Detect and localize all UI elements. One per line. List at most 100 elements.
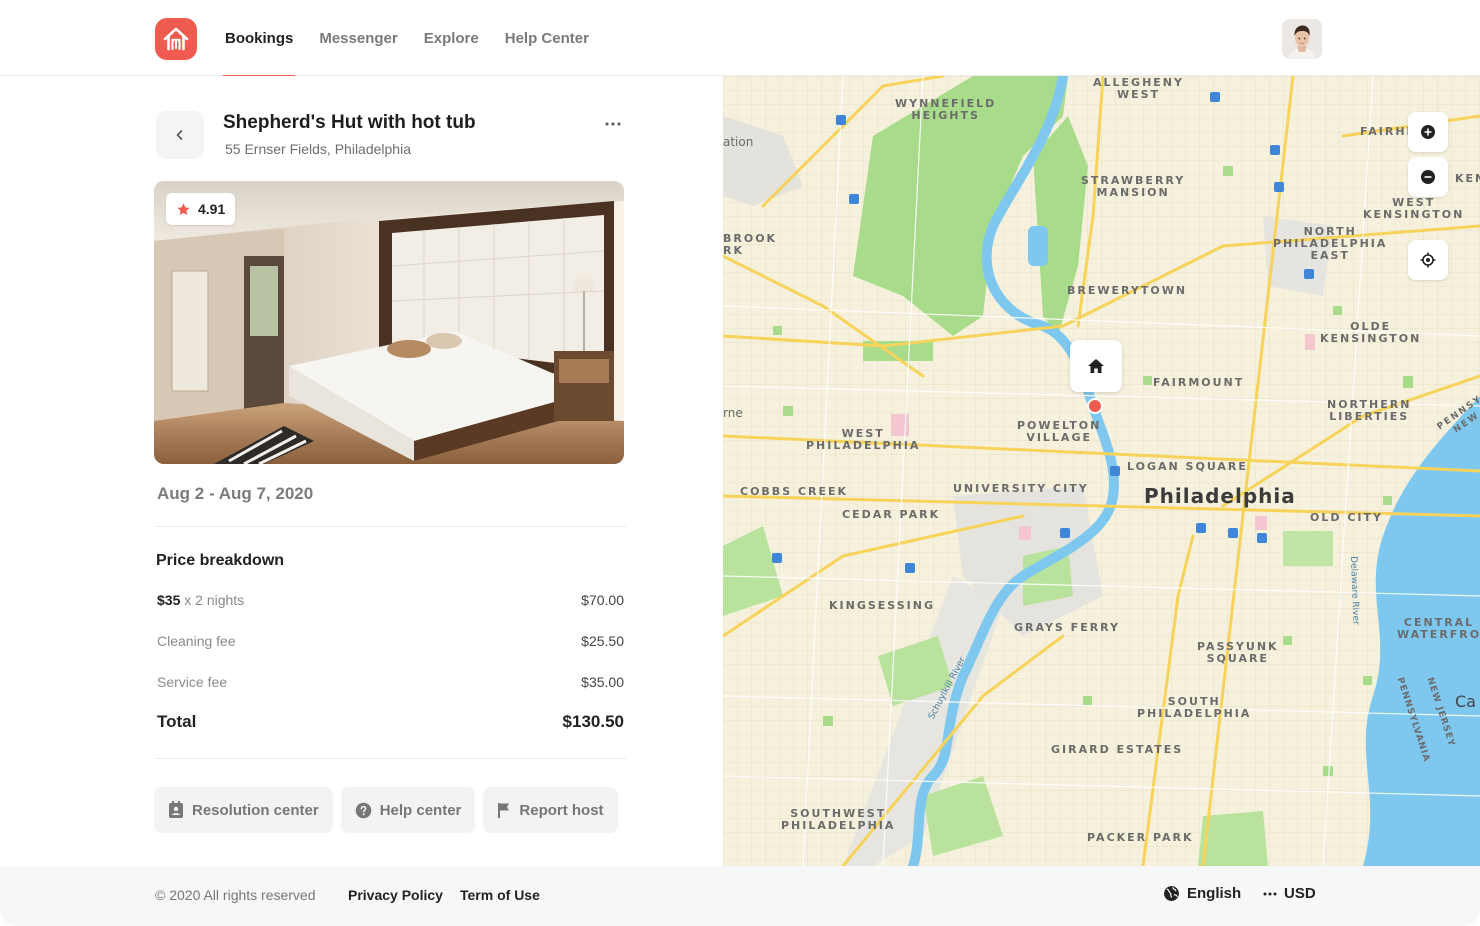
- map-label-central-waterfront: CENTRAL WATERFRO: [1397, 617, 1480, 641]
- map-label-allegheny-west: ALLEGHENY WEST: [1093, 77, 1184, 101]
- map-label-wynnefield: WYNNEFIELD HEIGHTS: [895, 98, 996, 122]
- zoom-out-button[interactable]: [1408, 157, 1448, 197]
- map-label-fairmount: FAIRMOUNT: [1153, 376, 1245, 389]
- rating-badge: 4.91: [166, 193, 236, 225]
- main-nav: Bookings Messenger Explore Help Center: [222, 0, 615, 77]
- currency-label: USD: [1284, 885, 1316, 902]
- page-footer: © 2020 All rights reserved Privacy Polic…: [0, 866, 1480, 926]
- map-label-brewerytown: BREWERYTOWN: [1067, 284, 1188, 297]
- report-host-button[interactable]: Report host: [483, 787, 618, 833]
- map-label-kensington-partial: KEN: [1455, 172, 1480, 185]
- booking-dates: Aug 2 - Aug 7, 2020: [157, 484, 314, 503]
- map-label-grays-ferry: GRAYS FERRY: [1014, 621, 1121, 634]
- currency-selector[interactable]: USD: [1263, 885, 1316, 902]
- divider: [156, 758, 626, 759]
- app-logo[interactable]: [155, 18, 197, 60]
- price-row-nights: $35 x 2 nights $70.00: [157, 592, 624, 608]
- terms-of-use-link[interactable]: Term of Use: [460, 887, 540, 903]
- cleaning-fee-value: $25.50: [581, 633, 624, 649]
- label-text: WEST PHILADELPHIA: [806, 427, 921, 452]
- map-label-old-city: OLD CITY: [1310, 511, 1383, 524]
- map-label-passyunk-square: PASSYUNK SQUARE: [1197, 641, 1279, 665]
- locate-me-button[interactable]: [1408, 240, 1448, 280]
- label-text: WYNNEFIELD HEIGHTS: [895, 97, 997, 122]
- listing-map-pin[interactable]: [1070, 340, 1122, 392]
- listing-address: 55 Ernser Fields, Philadelphia: [225, 141, 411, 157]
- nav-explore[interactable]: Explore: [424, 0, 479, 76]
- map-label-brook: BROOK RK: [723, 233, 777, 257]
- nights-total: $70.00: [581, 592, 624, 608]
- label-text: ALLEGHENY WEST: [1093, 76, 1184, 101]
- map-label-kingsessing: KINGSESSING: [829, 599, 935, 612]
- resolution-center-label: Resolution center: [192, 801, 319, 819]
- service-fee-value: $35.00: [581, 674, 624, 690]
- map-label-powelton-village: POWELTON VILLAGE: [1017, 420, 1101, 444]
- map-label-south-philadelphia: SOUTH PHILADELPHIA: [1137, 696, 1251, 720]
- map-label-delaware-river: Delaware River: [1348, 556, 1361, 625]
- map-label-cedar-park: CEDAR PARK: [842, 508, 941, 521]
- map-label-university-city: UNIVERSITY CITY: [953, 482, 1089, 495]
- label-text: SOUTHWEST PHILADELPHIA: [781, 807, 896, 832]
- back-button[interactable]: [156, 111, 204, 159]
- privacy-policy-link[interactable]: Privacy Policy: [348, 887, 443, 903]
- label-text: BROOK RK: [723, 232, 778, 257]
- total-label: Total: [157, 712, 197, 731]
- divider: [156, 526, 626, 527]
- resolution-center-button[interactable]: Resolution center: [154, 787, 333, 833]
- report-host-label: Report host: [519, 801, 604, 819]
- label-text: PASSYUNK SQUARE: [1197, 640, 1279, 665]
- nights-description: $35 x 2 nights: [157, 592, 244, 608]
- map-label-cobbs-creek: COBBS CREEK: [740, 485, 849, 498]
- price-row-service: Service fee $35.00: [157, 674, 624, 690]
- price-row-total: Total $130.50: [157, 712, 624, 732]
- more-options-button[interactable]: [600, 114, 626, 134]
- map-city-philadelphia: Philadelphia: [1144, 484, 1296, 508]
- rating-value: 4.91: [198, 201, 226, 217]
- map-label-fairhill: FAIRHI: [1360, 125, 1413, 138]
- price-breakdown-heading: Price breakdown: [156, 552, 285, 569]
- help-center-button[interactable]: Help center: [340, 787, 476, 833]
- nav-bookings[interactable]: Bookings: [222, 0, 296, 77]
- map-label-rne: rne: [723, 406, 743, 420]
- crosshair-icon: [1420, 252, 1436, 268]
- star-icon: [177, 202, 190, 215]
- language-label: English: [1187, 885, 1242, 902]
- map-label-southwest-philadelphia: SOUTHWEST PHILADELPHIA: [781, 808, 895, 832]
- label-text: STRAWBERRY MANSION: [1081, 174, 1186, 199]
- nights-count: x 2 nights: [184, 592, 245, 608]
- action-buttons: Resolution center Help center Report hos…: [154, 787, 618, 833]
- nightly-rate: $35: [157, 592, 181, 608]
- label-text: CENTRAL WATERFRO: [1397, 616, 1480, 641]
- question-circle-icon: [355, 802, 371, 818]
- service-fee-label: Service fee: [157, 674, 228, 690]
- map-label-olde-kensington: OLDE KENSINGTON: [1320, 321, 1421, 345]
- cleaning-fee-label: Cleaning fee: [157, 633, 236, 649]
- map-label-camden-partial: Ca: [1455, 692, 1476, 711]
- flag-icon: [498, 803, 510, 818]
- copyright-text: © 2020 All rights reserved: [155, 887, 316, 903]
- language-selector[interactable]: English: [1163, 885, 1241, 902]
- price-row-cleaning: Cleaning fee $25.50: [157, 633, 624, 649]
- label-text: SOUTH PHILADELPHIA: [1137, 695, 1252, 720]
- map-label-west-philadelphia: WEST PHILADELPHIA: [806, 428, 920, 452]
- nav-help-center[interactable]: Help Center: [505, 0, 589, 76]
- minus-circle-icon: [1421, 170, 1435, 184]
- nav-messenger[interactable]: Messenger: [319, 0, 397, 76]
- ellipsis-icon: [1263, 892, 1277, 895]
- label-text: POWELTON VILLAGE: [1017, 419, 1102, 444]
- location-map[interactable]: ALLEGHENY WEST WYNNEFIELD HEIGHTS ation …: [723, 76, 1480, 866]
- ellipsis-icon: [605, 122, 621, 126]
- top-header: Bookings Messenger Explore Help Center: [0, 0, 1480, 77]
- label-text: OLDE KENSINGTON: [1320, 320, 1422, 345]
- help-center-label: Help center: [379, 801, 462, 819]
- total-value: $130.50: [562, 712, 624, 731]
- location-dot: [1087, 398, 1103, 414]
- label-text: NORTH PHILADELPHIA EAST: [1273, 225, 1388, 262]
- map-label-northern-liberties: NORTHERN LIBERTIES: [1327, 399, 1411, 423]
- plus-circle-icon: [1421, 125, 1435, 139]
- user-avatar[interactable]: [1282, 19, 1322, 59]
- zoom-in-button[interactable]: [1408, 112, 1448, 152]
- map-label-girard-estates: GIRARD ESTATES: [1051, 743, 1184, 756]
- chevron-left-icon: [176, 130, 183, 140]
- label-text: WEST KENSINGTON: [1363, 196, 1465, 221]
